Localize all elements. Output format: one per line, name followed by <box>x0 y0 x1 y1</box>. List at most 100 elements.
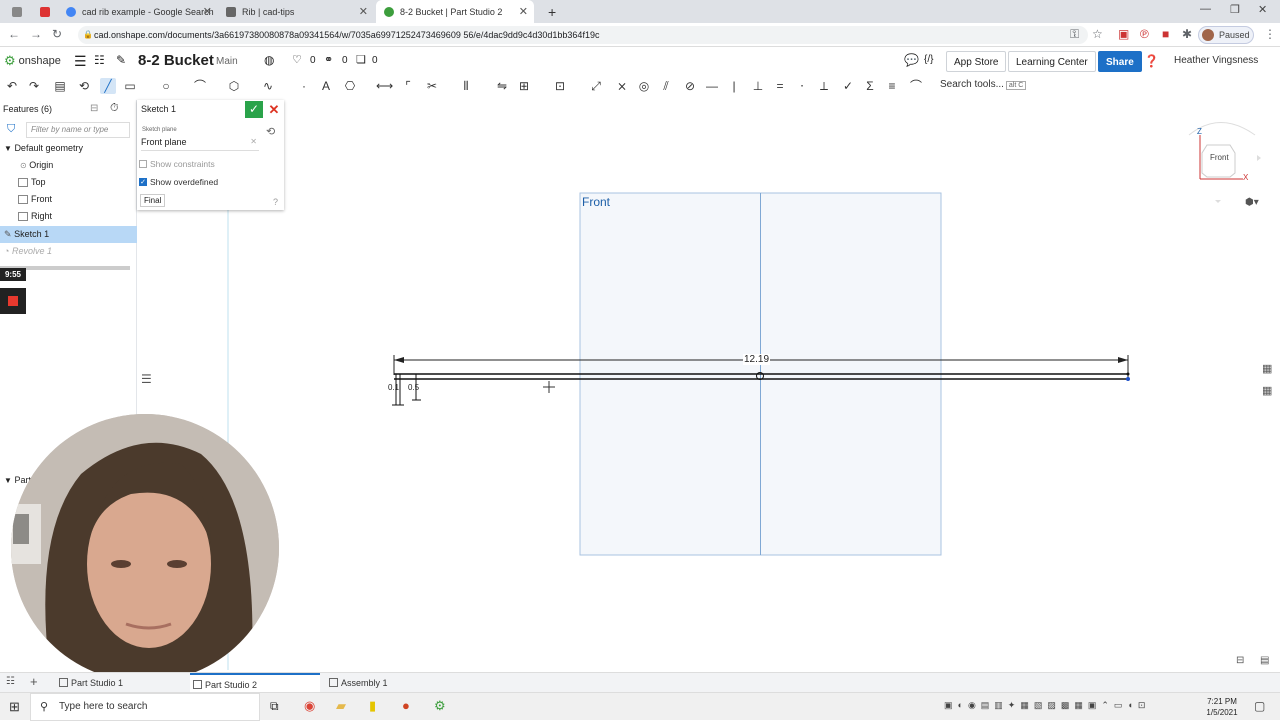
comment-icon[interactable]: 💬 <box>904 53 919 67</box>
polygon-tool-icon[interactable]: ⬡ <box>226 78 242 94</box>
notifications-icon[interactable]: ▢ <box>1254 699 1265 713</box>
add-tab-icon[interactable]: + <box>30 674 38 689</box>
tree-item-revolve-1[interactable]: ◔ Revolve 1 <box>0 243 137 260</box>
clipboard-icon[interactable]: ▤ <box>52 78 68 94</box>
rollback-clock-icon[interactable]: ⏱ <box>110 102 119 115</box>
curvature-constraint-icon[interactable]: ⌒ <box>908 78 924 94</box>
tree-item-origin[interactable]: ⊙ Origin <box>0 157 137 174</box>
tree-group-default-geometry[interactable]: ▼ Default geometry <box>0 140 137 157</box>
view-menu-icon[interactable]: ⬢▾ <box>1245 197 1259 208</box>
chevron-down-icon[interactable]: ▼ <box>4 476 12 485</box>
fix-constraint-icon[interactable]: ≡ <box>884 78 900 94</box>
puzzle-icon[interactable]: ✱ <box>1182 27 1192 41</box>
branch-name[interactable]: Main <box>216 56 238 67</box>
construction-tool-icon[interactable]: ⎔ <box>342 78 358 94</box>
close-tab-icon[interactable]: ✕ <box>203 5 212 18</box>
forward-icon[interactable]: → <box>30 27 42 41</box>
show-overdefined-checkbox[interactable]: ✓ Show overdefined <box>139 177 218 187</box>
back-icon[interactable]: ← <box>8 27 20 41</box>
height-dimension-value[interactable]: 0.5 <box>408 383 419 392</box>
concentric-constraint-icon[interactable]: ◎ <box>636 78 652 94</box>
search-tools-input[interactable]: Search tools... alt C <box>940 79 1027 90</box>
reload-icon[interactable]: ↻ <box>52 27 62 41</box>
star-icon[interactable]: ☆ <box>1092 27 1103 41</box>
pinterest-icon[interactable]: ℗ <box>1140 27 1149 41</box>
equal-constraint-icon[interactable]: = <box>772 78 788 94</box>
onshape-taskbar-icon[interactable]: ⚙ <box>434 698 446 714</box>
close-tab-icon[interactable]: ✕ <box>359 5 368 18</box>
help-icon[interactable]: ❓ <box>1144 54 1159 68</box>
user-menu[interactable]: Heather Vingsness <box>1174 55 1258 66</box>
extension-icon[interactable]: ▣ <box>1118 27 1129 41</box>
mirror-tool-icon[interactable]: ⇋ <box>494 78 510 94</box>
view-options-icon[interactable]: ⊟ <box>1236 655 1244 666</box>
display-mode-icon[interactable]: ▦ <box>1262 362 1272 375</box>
clear-icon[interactable]: ✕ <box>250 137 257 146</box>
tab-search-icon[interactable] <box>4 0 26 23</box>
minimize-icon[interactable]: — <box>1200 3 1211 15</box>
panel-collapse-icon[interactable]: ⊟ <box>90 103 98 114</box>
tree-item-front[interactable]: Front <box>0 191 137 208</box>
tab-manager-icon[interactable]: ☷ <box>6 676 15 687</box>
undo-icon[interactable]: ↶ <box>4 78 20 94</box>
use-tool-icon[interactable]: ⤢ <box>588 78 604 94</box>
grid-options-icon[interactable]: ▤ <box>1260 655 1269 666</box>
rectangle-tool-icon[interactable]: ▭ <box>122 78 138 94</box>
system-tray-icons[interactable]: ▣◐◉▤▥✦▦▧▨▩▦▣⌃▭◖⊡ <box>944 700 1150 711</box>
sketch-endpoint[interactable] <box>1126 377 1130 381</box>
globe-icon[interactable]: ◍ <box>264 53 274 67</box>
transform-tool-icon[interactable]: ⊡ <box>552 78 568 94</box>
app-store-button[interactable]: App Store <box>946 51 1007 72</box>
tab-part-studio-1[interactable]: Part Studio 1 <box>56 673 184 693</box>
arc-tool-icon[interactable]: ⌒ <box>192 78 208 94</box>
feature-list-icon[interactable]: ☷ <box>94 53 105 67</box>
normal-constraint-icon[interactable]: ⟂ <box>816 78 832 94</box>
list-toggle-icon[interactable]: ☰ <box>141 372 152 386</box>
show-constraints-checkbox[interactable]: Show constraints <box>139 159 215 169</box>
stop-recording-button[interactable] <box>0 288 26 314</box>
graphics-viewport[interactable]: Front 12.19 0.5 0.1 ☰ ▦ ▦ ⊟ ▤ <box>138 100 1280 670</box>
circle-tool-icon[interactable]: ○ <box>158 78 174 94</box>
sticky-notes-icon[interactable]: ▮ <box>369 698 376 714</box>
code-icon[interactable]: {/} <box>924 54 933 65</box>
vertical-constraint-icon[interactable]: | <box>726 78 742 94</box>
taskbar-search-input[interactable]: ⚲ Type here to search <box>30 693 260 721</box>
menu-icon[interactable]: ⋮ <box>1264 27 1276 41</box>
extension-icon[interactable]: ■ <box>1162 27 1169 41</box>
midpoint-constraint-icon[interactable]: ⋅ <box>794 78 810 94</box>
restore-icon[interactable]: ❐ <box>1230 3 1240 16</box>
spline-tool-icon[interactable]: ∿ <box>260 78 276 94</box>
browser-tab-onshape[interactable]: 8-2 Bucket | Part Studio 2 ✕ <box>376 0 534 23</box>
tree-item-top[interactable]: Top <box>0 174 137 191</box>
tree-item-sketch-1[interactable]: ✎ Sketch 1 <box>0 226 137 243</box>
horizontal-constraint-icon[interactable]: — <box>704 78 720 94</box>
small-dimension-value[interactable]: 0.1 <box>388 383 399 392</box>
chrome-icon[interactable]: ◉ <box>304 698 315 714</box>
parallel-constraint-icon[interactable]: ⫽ <box>658 78 674 94</box>
versions-icon[interactable]: ❏ <box>356 53 366 66</box>
redo-icon[interactable]: ↷ <box>26 78 42 94</box>
view-cube[interactable]: Front Z X ⬢▾ <box>1177 115 1265 210</box>
dimension-tool-icon[interactable]: ⟷ <box>376 78 393 94</box>
point-tool-icon[interactable]: · <box>296 78 312 94</box>
browser-tab-rib[interactable]: Rib | cad-tips ✕ <box>218 0 374 23</box>
view-cube-face[interactable]: Front <box>1210 153 1229 162</box>
chevron-down-icon[interactable]: ▼ <box>4 144 12 153</box>
new-tab-button[interactable]: + <box>540 0 560 23</box>
key-icon[interactable]: ⚿ <box>1070 27 1079 42</box>
pinned-tab[interactable] <box>32 0 54 23</box>
share-button[interactable]: Share <box>1098 51 1142 72</box>
taskbar-clock[interactable]: 7:21 PM 1/5/2021 <box>1200 696 1244 718</box>
task-view-icon[interactable]: ⧉ <box>270 699 279 714</box>
history-icon[interactable]: ⟲ <box>266 125 275 138</box>
windows-start-icon[interactable]: ⊞ <box>9 699 20 715</box>
onshape-logo[interactable]: ⚙ onshape <box>4 53 61 69</box>
tree-item-right[interactable]: Right <box>0 208 137 225</box>
profile-button[interactable]: Paused <box>1198 26 1254 44</box>
checkbox-checked[interactable]: ✓ <box>139 178 147 186</box>
document-name[interactable]: 8-2 Bucket <box>138 52 214 69</box>
pierce-constraint-icon[interactable]: ✓ <box>840 78 856 94</box>
feature-filter-input[interactable]: Filter by name or type <box>26 122 130 138</box>
like-icon[interactable]: ♡ <box>292 53 302 66</box>
close-tab-icon[interactable]: ✕ <box>519 5 528 18</box>
